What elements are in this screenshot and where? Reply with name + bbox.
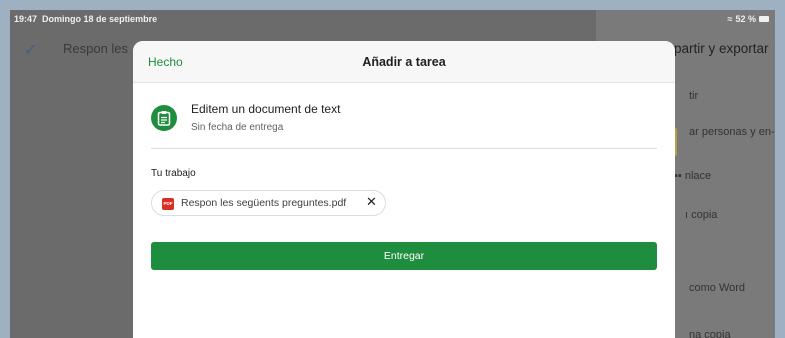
pdf-icon: PDF xyxy=(162,198,174,210)
background-task-title: Respon les xyxy=(63,41,129,56)
wifi-icon: ≈ xyxy=(727,14,733,24)
side-panel-title: partir y exportar xyxy=(674,41,769,56)
assignment-due-date: Sin fecha de entrega xyxy=(191,122,284,133)
date-text: Domingo 18 de septiembre xyxy=(42,14,158,24)
dialog-header: Hecho Añadir a tarea xyxy=(133,41,675,83)
divider xyxy=(151,148,657,149)
assignment-title: Editem un document de text xyxy=(191,102,341,116)
side-item-word[interactable]: como Word xyxy=(689,282,745,294)
screen: 19:47 Domingo 18 de septiembre ≈ 52 % ✓ … xyxy=(10,10,775,338)
side-item-copy-2[interactable]: na copia xyxy=(689,329,731,338)
time-text: 19:47 xyxy=(14,14,38,24)
submit-button[interactable]: Entregar xyxy=(151,242,657,270)
add-to-assignment-dialog: Hecho Añadir a tarea Editem un document … xyxy=(133,41,675,338)
side-item-link[interactable]: ▪▪ nlace xyxy=(674,170,711,182)
dialog-title: Añadir a tarea xyxy=(362,55,446,69)
status-bar: 19:47 Domingo 18 de septiembre ≈ 52 % xyxy=(10,10,775,30)
file-name: Respon les següents preguntes.pdf xyxy=(181,197,347,209)
side-item-people[interactable]: ar personas y en- xyxy=(689,126,775,138)
status-time: 19:47 Domingo 18 de septiembre xyxy=(14,14,157,24)
battery-percent: 52 % xyxy=(735,14,756,24)
close-icon[interactable]: ✕ xyxy=(366,195,377,211)
side-item-copy[interactable]: ı copia xyxy=(685,209,717,221)
status-indicators: ≈ 52 % xyxy=(728,14,769,24)
assignment-icon xyxy=(151,105,177,131)
checkmark-icon: ✓ xyxy=(24,42,38,59)
your-work-label: Tu trabajo xyxy=(151,168,196,179)
side-item-share[interactable]: tir xyxy=(689,90,698,102)
battery-icon xyxy=(759,16,769,22)
attached-file-chip[interactable]: PDF Respon les següents preguntes.pdf ✕ xyxy=(151,190,386,216)
